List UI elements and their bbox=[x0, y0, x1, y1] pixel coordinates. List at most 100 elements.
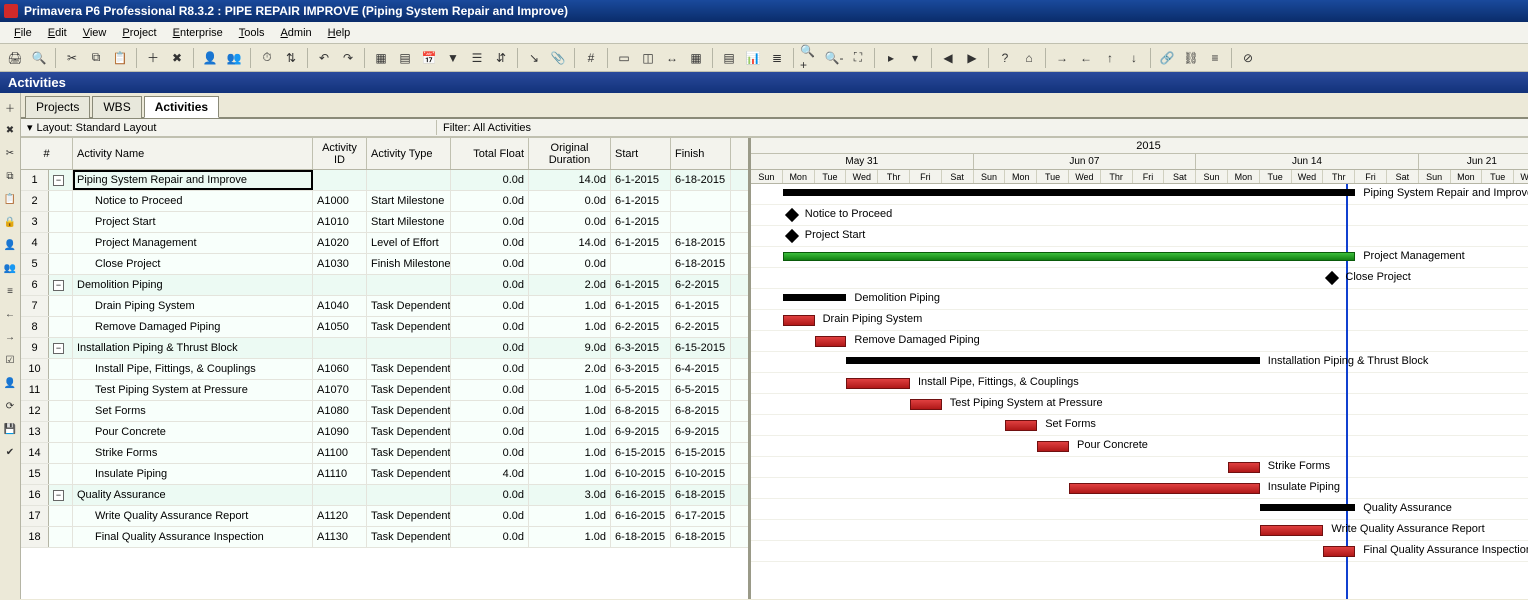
activity-codes-icon[interactable]: ≡ bbox=[0, 281, 20, 301]
cell-total-float[interactable]: 4.0d bbox=[451, 464, 529, 484]
cell-duration[interactable]: 1.0d bbox=[529, 506, 611, 526]
menu-file[interactable]: File bbox=[6, 25, 40, 41]
cell-finish[interactable]: 6-18-2015 bbox=[671, 485, 731, 505]
gantt-bar[interactable] bbox=[815, 336, 847, 347]
predecessors-icon[interactable]: ← bbox=[0, 304, 20, 324]
successors-icon[interactable]: → bbox=[0, 327, 20, 347]
cell-duration[interactable]: 2.0d bbox=[529, 275, 611, 295]
cell-activity-id[interactable]: A1100 bbox=[313, 443, 367, 463]
move-down-icon[interactable]: ↓ bbox=[1123, 47, 1145, 69]
cell-activity-id[interactable]: A1060 bbox=[313, 359, 367, 379]
table-row[interactable]: 3Project StartA1010Start Milestone0.0d0.… bbox=[21, 212, 748, 233]
delete-icon[interactable]: ✖ bbox=[0, 120, 20, 140]
table-row[interactable]: 14Strike FormsA1100Task Dependent0.0d1.0… bbox=[21, 443, 748, 464]
cell-duration[interactable]: 2.0d bbox=[529, 359, 611, 379]
col-header-name[interactable]: Activity Name bbox=[73, 138, 313, 169]
cell-finish[interactable]: 6-15-2015 bbox=[671, 338, 731, 358]
gantt-row[interactable] bbox=[751, 415, 1528, 436]
cell-activity-type[interactable]: Task Dependent bbox=[367, 527, 451, 547]
lock-icon[interactable]: 🔒 bbox=[0, 212, 20, 232]
table-row[interactable]: 15Insulate PipingA1110Task Dependent4.0d… bbox=[21, 464, 748, 485]
cell-duration[interactable]: 0.0d bbox=[529, 191, 611, 211]
align-icon[interactable]: ≡ bbox=[1204, 47, 1226, 69]
cell-total-float[interactable]: 0.0d bbox=[451, 527, 529, 547]
collapse-icon[interactable]: − bbox=[53, 343, 64, 354]
table-row[interactable]: 5Close ProjectA1030Finish Milestone0.0d0… bbox=[21, 254, 748, 275]
paste-icon[interactable]: 📋 bbox=[0, 189, 20, 209]
cell-activity-id[interactable]: A1020 bbox=[313, 233, 367, 253]
hash-icon[interactable]: # bbox=[580, 47, 602, 69]
gantt-bar[interactable] bbox=[1228, 462, 1260, 473]
cell-activity-type[interactable]: Task Dependent bbox=[367, 317, 451, 337]
cell-finish[interactable]: 6-2-2015 bbox=[671, 275, 731, 295]
print-preview-icon[interactable]: 🔍 bbox=[28, 47, 50, 69]
cell-activity-type[interactable] bbox=[367, 275, 451, 295]
table-row[interactable]: 2Notice to ProceedA1000Start Milestone0.… bbox=[21, 191, 748, 212]
cell-activity-type[interactable]: Task Dependent bbox=[367, 401, 451, 421]
outdent-icon[interactable]: ← bbox=[1075, 47, 1097, 69]
table-row[interactable]: 7Drain Piping SystemA1040Task Dependent0… bbox=[21, 296, 748, 317]
cell-activity-name[interactable]: Notice to Proceed bbox=[73, 191, 313, 211]
link-icon[interactable]: 🔗 bbox=[1156, 47, 1178, 69]
store-icon[interactable]: 💾 bbox=[0, 419, 20, 439]
print-icon[interactable]: 🖨 bbox=[4, 47, 26, 69]
cell-total-float[interactable]: 0.0d bbox=[451, 380, 529, 400]
cell-activity-type[interactable]: Level of Effort bbox=[367, 233, 451, 253]
cell-start[interactable]: 6-18-2015 bbox=[611, 527, 671, 547]
cell-start[interactable]: 6-8-2015 bbox=[611, 401, 671, 421]
sort-icon[interactable]: ⇵ bbox=[490, 47, 512, 69]
menu-project[interactable]: Project bbox=[114, 25, 164, 41]
gantt-bar[interactable] bbox=[910, 399, 942, 410]
zoom-in-icon[interactable]: 🔍+ bbox=[799, 47, 821, 69]
cell-activity-name[interactable]: Insulate Piping bbox=[73, 464, 313, 484]
add-icon[interactable]: ＋ bbox=[142, 47, 164, 69]
cell-start[interactable]: 6-1-2015 bbox=[611, 296, 671, 316]
cell-activity-id[interactable] bbox=[313, 338, 367, 358]
gantt-bar[interactable] bbox=[1323, 546, 1355, 557]
cell-activity-id[interactable]: A1050 bbox=[313, 317, 367, 337]
cell-activity-id[interactable]: A1080 bbox=[313, 401, 367, 421]
cell-finish[interactable]: 6-15-2015 bbox=[671, 443, 731, 463]
cell-activity-name[interactable]: Strike Forms bbox=[73, 443, 313, 463]
cell-finish[interactable]: 6-4-2015 bbox=[671, 359, 731, 379]
cell-activity-id[interactable]: A1000 bbox=[313, 191, 367, 211]
col-header-start[interactable]: Start bbox=[611, 138, 671, 169]
gantt-bar[interactable] bbox=[846, 378, 910, 389]
cell-activity-id[interactable] bbox=[313, 170, 367, 190]
cell-finish[interactable]: 6-5-2015 bbox=[671, 380, 731, 400]
gantt-bar[interactable] bbox=[1260, 525, 1324, 536]
table-row[interactable]: 13Pour ConcreteA1090Task Dependent0.0d1.… bbox=[21, 422, 748, 443]
cell-total-float[interactable]: 0.0d bbox=[451, 254, 529, 274]
redo-icon[interactable]: ↷ bbox=[337, 47, 359, 69]
cell-activity-type[interactable]: Task Dependent bbox=[367, 464, 451, 484]
menu-admin[interactable]: Admin bbox=[272, 25, 319, 41]
cell-activity-name[interactable]: Pour Concrete bbox=[73, 422, 313, 442]
cell-activity-id[interactable]: A1120 bbox=[313, 506, 367, 526]
gantt-bar[interactable] bbox=[783, 315, 815, 326]
col-header-float[interactable]: Total Float bbox=[451, 138, 529, 169]
cell-duration[interactable]: 9.0d bbox=[529, 338, 611, 358]
table-row[interactable]: 6−Demolition Piping0.0d2.0d6-1-20156-2-2… bbox=[21, 275, 748, 296]
cell-start[interactable]: 6-1-2015 bbox=[611, 275, 671, 295]
cell-duration[interactable]: 0.0d bbox=[529, 212, 611, 232]
cell-activity-id[interactable]: A1090 bbox=[313, 422, 367, 442]
cell-activity-name[interactable]: Quality Assurance bbox=[73, 485, 313, 505]
collapse-icon[interactable]: − bbox=[53, 175, 64, 186]
delete-icon[interactable]: ✖ bbox=[166, 47, 188, 69]
schedule-icon[interactable]: ⏱ bbox=[256, 47, 278, 69]
gantt-icon[interactable]: ▭ bbox=[613, 47, 635, 69]
resource-icon[interactable]: 👤 bbox=[199, 47, 221, 69]
cell-start[interactable]: 6-3-2015 bbox=[611, 338, 671, 358]
cell-total-float[interactable]: 0.0d bbox=[451, 296, 529, 316]
cell-activity-id[interactable]: A1030 bbox=[313, 254, 367, 274]
table-row[interactable]: 4Project ManagementA1020Level of Effort0… bbox=[21, 233, 748, 254]
cell-activity-id[interactable] bbox=[313, 485, 367, 505]
cell-duration[interactable]: 1.0d bbox=[529, 464, 611, 484]
cell-finish[interactable] bbox=[671, 191, 731, 211]
cell-activity-type[interactable]: Task Dependent bbox=[367, 380, 451, 400]
spreadsheet-icon[interactable]: ▤ bbox=[718, 47, 740, 69]
cell-start[interactable]: 6-1-2015 bbox=[611, 170, 671, 190]
gantt-row[interactable] bbox=[751, 226, 1528, 247]
cell-activity-name[interactable]: Project Management bbox=[73, 233, 313, 253]
trace-logic-icon[interactable]: ↔ bbox=[661, 47, 683, 69]
